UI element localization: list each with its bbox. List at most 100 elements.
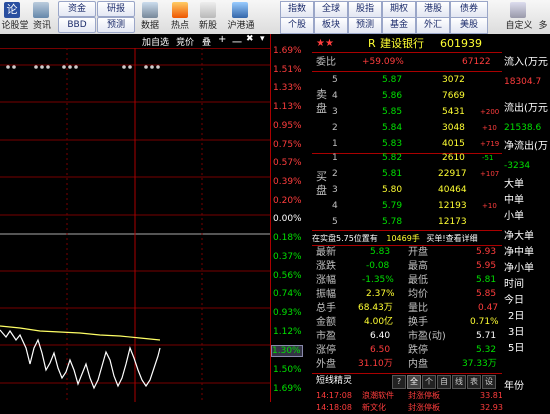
hot-icon[interactable] xyxy=(172,2,188,18)
stat-label: 涨跌 xyxy=(316,261,336,272)
hk-stock-button[interactable]: 港股 xyxy=(416,1,450,18)
hk-connect-icon[interactable] xyxy=(232,2,248,18)
side-label: 流出(万元 xyxy=(504,103,548,114)
ad-banner[interactable]: 在实盘5.75位置有 10469手 买单!查看详细 xyxy=(312,232,502,245)
axis-current-tick: 1.30% xyxy=(271,345,303,357)
fund-button[interactable]: 资金 xyxy=(58,1,96,17)
axis-tick: 0.56% xyxy=(273,271,302,281)
stat-label: 最新 xyxy=(316,247,336,258)
single-stock-button[interactable]: 个股 xyxy=(280,17,314,34)
weibi-value: +59.09% xyxy=(362,57,404,67)
sell-price: 5.85 xyxy=(382,107,403,117)
auction-dots xyxy=(6,65,160,69)
auction-link[interactable]: 竞价 xyxy=(176,35,194,48)
side-label[interactable]: 5日 xyxy=(508,342,524,355)
stock-index-button[interactable]: 股指 xyxy=(348,1,382,18)
side-label[interactable]: 年份 xyxy=(504,380,524,393)
stat-label: 开盘 xyxy=(408,247,428,258)
forum-label[interactable]: 论股堂 xyxy=(0,20,30,32)
axis-tick: 1.33% xyxy=(273,83,302,93)
stat-value: 2.37% xyxy=(366,289,395,299)
stat-label: 跌停 xyxy=(408,345,428,356)
ipo-label[interactable]: 新股 xyxy=(196,20,220,32)
axis-tick: 0.57% xyxy=(273,158,302,168)
intraday-chart[interactable]: 加自选 竞价 叠 + 一 ✖ ▾ xyxy=(0,34,270,402)
news-event: 封涨停板 xyxy=(408,403,440,412)
news-tab-table[interactable]: 表 xyxy=(467,375,481,389)
side-label: 中单 xyxy=(504,195,524,206)
news-value: 32.93 xyxy=(480,403,503,412)
stat-value: 5.93 xyxy=(476,247,497,257)
axis-tick: 0.74% xyxy=(273,289,302,299)
side-label: 小单 xyxy=(504,211,524,222)
top-toolbar: 论 资金 研报 BBD 预测 论股堂 资讯 数据 热点 新股 沪港通 指数 全球… xyxy=(0,0,550,35)
options-button[interactable]: 期权 xyxy=(382,1,416,18)
weibi-label: 委比 xyxy=(316,57,336,68)
forum-icon[interactable]: 论 xyxy=(4,2,20,18)
info-label[interactable]: 资讯 xyxy=(30,20,54,32)
news-tab-all[interactable]: 全 xyxy=(407,375,421,389)
index-button[interactable]: 指数 xyxy=(280,1,314,18)
stat-value: -1.35% xyxy=(362,275,394,285)
ipo-icon[interactable] xyxy=(200,2,216,18)
stat-label: 换手 xyxy=(408,317,428,328)
forecast-tab-button[interactable]: 预测 xyxy=(348,17,382,34)
news-icon[interactable] xyxy=(33,2,49,18)
us-stock-button[interactable]: 美股 xyxy=(450,17,488,34)
sell-price: 5.86 xyxy=(382,91,403,101)
overlay-icon[interactable]: 叠 xyxy=(202,35,211,48)
stat-value: 5.83 xyxy=(370,247,391,257)
custom-icon[interactable] xyxy=(510,2,526,18)
ad-link[interactable]: 买单!查看详细 xyxy=(426,234,477,243)
axis-tick: 1.51% xyxy=(273,65,302,75)
forecast-button[interactable]: 预测 xyxy=(97,17,135,33)
side-label[interactable]: 3日 xyxy=(508,326,524,339)
sector-button[interactable]: 板块 xyxy=(314,17,348,34)
news-tab-custom[interactable]: 自 xyxy=(437,375,451,389)
sell-volume: 4015 xyxy=(442,139,465,149)
global-button[interactable]: 全球 xyxy=(314,1,348,18)
side-label: 净流出(万 xyxy=(504,141,548,152)
percent-axis: 1.69% 1.51% 1.33% 1.13% 0.95% 0.75% 0.57… xyxy=(270,34,314,402)
axis-tick: 0.37% xyxy=(273,252,302,262)
buy-volume: 12173 xyxy=(438,217,467,227)
zoom-out-icon[interactable]: 一 xyxy=(232,34,242,49)
stock-code[interactable]: 601939 xyxy=(440,37,482,50)
sell-volume: 7669 xyxy=(442,91,465,101)
zoom-in-icon[interactable]: + xyxy=(218,34,226,45)
custom-label[interactable]: 自定义 xyxy=(502,20,536,32)
side-label[interactable]: 今日 xyxy=(504,294,524,307)
stat-value: 37.33万 xyxy=(462,359,497,369)
side-value: -3234 xyxy=(504,161,531,171)
close-icon[interactable]: ✖ xyxy=(246,34,254,44)
add-watchlist-link[interactable]: 加自选 xyxy=(142,35,169,48)
sell-volume: 5431 xyxy=(442,107,465,117)
news-stock[interactable]: 新文化 xyxy=(362,401,386,414)
sell-change: +10 xyxy=(482,124,497,132)
buy-label: 买盘 xyxy=(316,170,327,197)
forex-button[interactable]: 外汇 xyxy=(416,17,450,34)
bond-button[interactable]: 债券 xyxy=(450,1,488,18)
news-tab-line[interactable]: 线 xyxy=(452,375,466,389)
fund-tab-button[interactable]: 基金 xyxy=(382,17,416,34)
side-label[interactable]: 2日 xyxy=(508,310,524,323)
buy-level: 3 xyxy=(332,185,338,195)
hot-label[interactable]: 热点 xyxy=(168,20,192,32)
data-label[interactable]: 数据 xyxy=(138,20,162,32)
more-label[interactable]: 多 xyxy=(536,20,550,32)
axis-tick: 0.93% xyxy=(273,308,302,318)
buy-level: 2 xyxy=(332,169,338,179)
sell-level: 4 xyxy=(332,91,338,101)
stock-name[interactable]: 建设银行 xyxy=(380,37,424,50)
buy-price: 5.82 xyxy=(382,153,403,163)
news-tab-help[interactable]: ? xyxy=(392,375,406,389)
data-icon[interactable] xyxy=(142,2,158,18)
research-button[interactable]: 研报 xyxy=(97,1,135,17)
hk-connect-label[interactable]: 沪港通 xyxy=(224,20,258,32)
stat-label: 外盘 xyxy=(316,359,336,370)
dropdown-icon[interactable]: ▾ xyxy=(260,34,265,44)
news-tab-settings[interactable]: 设 xyxy=(482,375,496,389)
stat-value: 0.47 xyxy=(478,303,499,313)
news-tab-stock[interactable]: 个 xyxy=(422,375,436,389)
bbd-button[interactable]: BBD xyxy=(58,17,96,33)
